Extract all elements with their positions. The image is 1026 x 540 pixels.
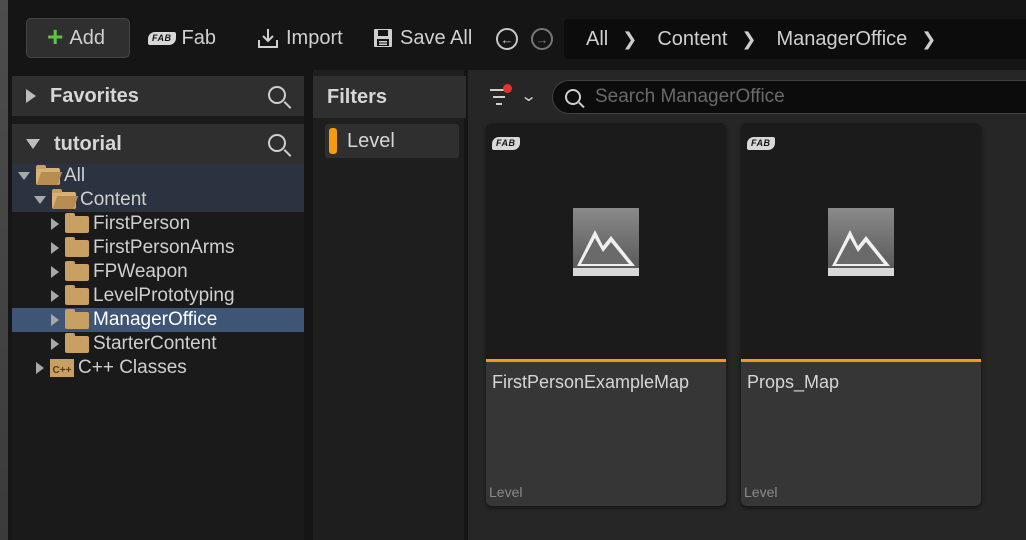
expand-right-icon[interactable] <box>51 218 59 230</box>
filter-chip-label: Level <box>347 129 395 152</box>
history-forward-icon[interactable]: → <box>531 28 553 50</box>
breadcrumb-item[interactable]: All <box>586 28 608 51</box>
tree-item-label: LevelPrototyping <box>93 285 235 306</box>
folder-open-icon <box>52 188 76 209</box>
folder-icon <box>65 284 89 305</box>
toolbar: + Add FAB Fab Import Save All ← → All ❯ … <box>8 0 1026 70</box>
tree-item-manageroffice[interactable]: ManagerOffice <box>12 308 304 332</box>
search-icon <box>565 89 581 105</box>
search-icon[interactable] <box>268 134 286 152</box>
asset-thumbnail: FAB <box>486 123 726 359</box>
search-placeholder: Search ManagerOffice <box>595 86 785 107</box>
add-button-label: Add <box>69 26 105 49</box>
expand-right-icon[interactable] <box>51 338 59 350</box>
plus-icon: + <box>47 20 64 52</box>
fab-button[interactable]: FAB Fab <box>148 18 216 58</box>
expand-right-icon[interactable] <box>51 290 59 302</box>
folder-icon <box>65 236 89 257</box>
filter-chip-level[interactable]: Level <box>325 124 459 158</box>
project-label: tutorial <box>54 132 122 155</box>
asset-tile[interactable]: FAB Props_Map Level <box>741 123 981 506</box>
fab-logo-icon: FAB <box>492 137 520 150</box>
asset-view: ⌄ Search ManagerOffice FAB FirstPersonEx… <box>468 70 1026 540</box>
asset-tile[interactable]: FAB FirstPersonExampleMap Level <box>486 123 726 506</box>
filters-panel: Filters Level <box>313 70 466 540</box>
project-header[interactable]: tutorial <box>12 124 304 164</box>
content-browser-window: + Add FAB Fab Import Save All ← → All ❯ … <box>8 0 1026 540</box>
tree-item-label: FPWeapon <box>93 261 188 282</box>
filter-color-bar <box>329 128 337 154</box>
folder-tree: All Content FirstPerson FirstPersonArms <box>12 164 304 380</box>
folder-icon <box>65 212 89 233</box>
folder-icon <box>65 308 89 329</box>
breadcrumb-item[interactable]: ManagerOffice <box>776 28 907 51</box>
tree-item-firstperson[interactable]: FirstPerson <box>12 212 304 236</box>
asset-info: Props_Map Level <box>741 362 981 506</box>
save-all-button[interactable]: Save All <box>372 18 472 58</box>
tree-item-label: C++ Classes <box>78 357 187 378</box>
breadcrumb: All ❯ Content ❯ ManagerOffice ❯ <box>564 19 1026 59</box>
expand-right-icon[interactable] <box>51 314 59 326</box>
search-input[interactable]: Search ManagerOffice <box>552 80 1026 114</box>
history-back-icon[interactable]: ← <box>496 28 518 50</box>
expand-right-icon[interactable] <box>36 362 44 374</box>
tree-item-label: FirstPerson <box>93 213 191 234</box>
import-button[interactable]: Import <box>256 18 343 58</box>
folder-icon <box>65 260 89 281</box>
save-icon <box>374 29 392 47</box>
fab-logo-icon: FAB <box>148 31 176 45</box>
asset-name: Props_Map <box>747 372 840 392</box>
tree-item-startercontent[interactable]: StarterContent <box>12 332 304 356</box>
import-button-label: Import <box>286 26 343 49</box>
expand-down-icon[interactable] <box>18 172 30 180</box>
tree-item-label: Content <box>80 189 147 210</box>
asset-type: Level <box>489 484 523 500</box>
search-icon[interactable] <box>268 86 286 104</box>
expand-right-icon[interactable] <box>26 89 36 103</box>
notification-dot-icon <box>503 84 512 93</box>
tree-item-label: ManagerOffice <box>93 309 218 330</box>
favorites-label: Favorites <box>50 84 139 107</box>
expand-down-icon[interactable] <box>34 196 46 204</box>
expand-down-icon[interactable] <box>26 139 40 149</box>
expand-right-icon[interactable] <box>51 242 59 254</box>
asset-info: FirstPersonExampleMap Level <box>486 362 726 506</box>
asset-thumbnail: FAB <box>741 123 981 359</box>
chevron-down-icon[interactable]: ⌄ <box>520 86 537 106</box>
tree-item-content[interactable]: Content <box>12 188 304 212</box>
tree-item-label: FirstPersonArms <box>93 237 235 258</box>
tree-item-cpp-classes[interactable]: C++ C++ Classes <box>12 356 304 380</box>
save-all-button-label: Save All <box>400 26 473 49</box>
tree-item-fpweapon[interactable]: FPWeapon <box>12 260 304 284</box>
sources-panel: Favorites tutorial All Content FirstPers… <box>12 76 304 540</box>
tree-item-firstpersonarms[interactable]: FirstPersonArms <box>12 236 304 260</box>
filter-icon[interactable] <box>490 84 512 108</box>
tree-item-label: StarterContent <box>93 333 217 354</box>
expand-right-icon[interactable] <box>51 266 59 278</box>
level-map-icon <box>828 208 894 276</box>
asset-name: FirstPersonExampleMap <box>492 372 690 392</box>
chevron-right-icon[interactable]: ❯ <box>741 29 756 50</box>
tree-item-all[interactable]: All <box>12 164 304 188</box>
add-button[interactable]: + Add <box>26 18 130 58</box>
filters-title: Filters <box>313 76 466 118</box>
cpp-folder-icon: C++ <box>50 359 74 377</box>
chevron-right-icon[interactable]: ❯ <box>921 29 936 50</box>
folder-icon <box>65 332 89 353</box>
chevron-right-icon[interactable]: ❯ <box>622 29 637 50</box>
asset-type: Level <box>744 484 778 500</box>
breadcrumb-item[interactable]: Content <box>657 28 727 51</box>
tree-item-label: All <box>64 165 86 186</box>
import-icon <box>258 29 278 48</box>
folder-open-icon <box>36 164 60 185</box>
fab-logo-icon: FAB <box>747 137 775 150</box>
favorites-header[interactable]: Favorites <box>12 76 304 116</box>
fab-button-label: Fab <box>181 26 216 49</box>
tree-item-levelprototyping[interactable]: LevelPrototyping <box>12 284 304 308</box>
level-map-icon <box>573 208 639 276</box>
